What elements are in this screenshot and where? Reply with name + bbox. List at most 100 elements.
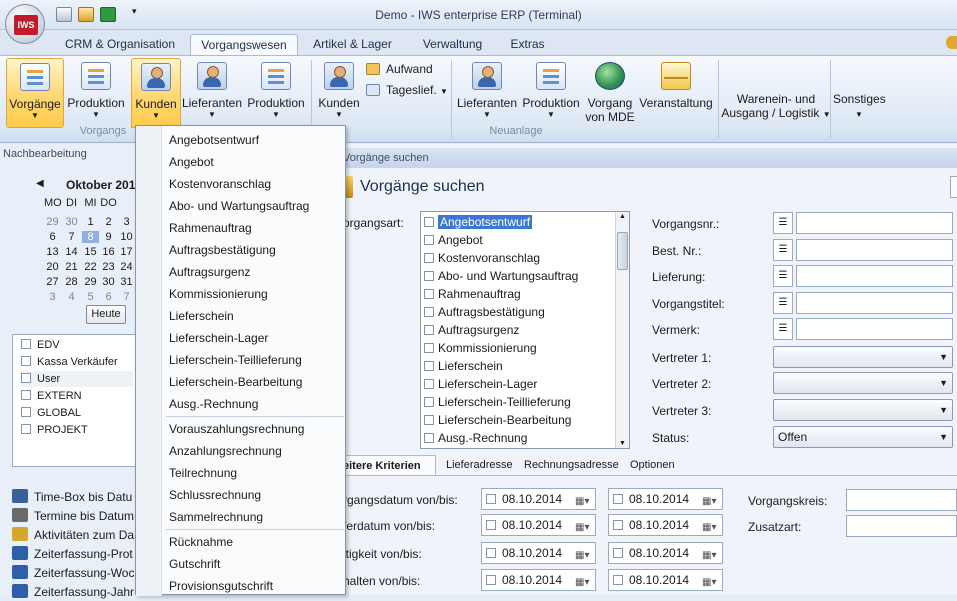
menu-item[interactable]: Rücknahme bbox=[169, 531, 233, 553]
nav-item[interactable]: Aktivitäten zum Da bbox=[12, 526, 134, 544]
menu-item[interactable]: Vorauszahlungsrechnung bbox=[169, 418, 304, 440]
calendar-day[interactable]: 6 bbox=[100, 291, 117, 303]
calendar-day[interactable]: 30 bbox=[100, 276, 117, 288]
listbox-item[interactable]: Lieferschein-Bearbeitung bbox=[424, 411, 609, 429]
category-item[interactable]: PROJEKT bbox=[21, 422, 133, 438]
calendar-day[interactable]: 22 bbox=[82, 261, 99, 273]
menu-item[interactable]: Kostenvoranschlag bbox=[169, 173, 271, 195]
vorgang-von-mde-button[interactable]: Vorgang von MDE bbox=[584, 58, 636, 128]
scroll-thumb[interactable] bbox=[617, 232, 628, 270]
listbox-item[interactable]: Rahmenauftrag bbox=[424, 285, 609, 303]
vorgangskreis-input[interactable] bbox=[846, 489, 957, 511]
scroll-up-icon[interactable]: ▲ bbox=[619, 213, 626, 220]
listbox-item[interactable]: Lieferschein-Lager bbox=[424, 375, 609, 393]
listbox-item[interactable]: Angebot bbox=[424, 231, 609, 249]
vertreter3-select[interactable]: ▼ bbox=[773, 399, 953, 421]
menu-item[interactable]: Lieferschein-Bearbeitung bbox=[169, 371, 302, 393]
calendar-day[interactable]: 28 bbox=[63, 276, 80, 288]
veranstaltung-button[interactable]: Veranstaltung bbox=[637, 58, 715, 128]
wareneingang-button[interactable]: Warenein- und Ausgang / Logistik ▼ bbox=[721, 92, 831, 122]
category-item[interactable]: Kassa Verkäufer bbox=[21, 354, 133, 370]
lieferung-input[interactable] bbox=[796, 265, 953, 287]
category-item[interactable]: EDV bbox=[21, 337, 133, 353]
nav-item[interactable]: Zeiterfassung-Jahr bbox=[12, 583, 134, 601]
checkbox[interactable] bbox=[424, 343, 434, 353]
lieferanten-new-button[interactable]: Lieferanten ▼ bbox=[456, 58, 518, 128]
checkbox[interactable] bbox=[21, 373, 31, 383]
listbox-item[interactable]: Angebotsentwurf bbox=[424, 213, 609, 231]
refresh-icon[interactable] bbox=[100, 7, 116, 22]
nav-item[interactable]: Zeiterfassung-Prot bbox=[12, 545, 133, 563]
calendar-dropdown-icon[interactable]: ▦▾ bbox=[702, 546, 716, 566]
calendar-day[interactable]: 7 bbox=[63, 231, 80, 243]
calendar-day[interactable]: 16 bbox=[100, 246, 117, 258]
calendar-day[interactable]: 10 bbox=[118, 231, 135, 243]
date-to-field[interactable]: 08.10.2014 ▦▾ bbox=[608, 542, 723, 564]
checkbox[interactable] bbox=[424, 397, 434, 407]
vorgaenge-button[interactable]: Vorgänge ▼ bbox=[6, 58, 64, 128]
date-from-field[interactable]: 08.10.2014 ▦▾ bbox=[481, 569, 596, 591]
print-icon[interactable] bbox=[56, 7, 72, 22]
vorgangsnr-input[interactable] bbox=[796, 212, 953, 234]
date-to-field[interactable]: 08.10.2014 ▦▾ bbox=[608, 569, 723, 591]
checkbox[interactable] bbox=[424, 379, 434, 389]
category-item[interactable]: GLOBAL bbox=[21, 405, 133, 421]
menu-item[interactable]: Schlussrechnung bbox=[169, 484, 261, 506]
checkbox[interactable] bbox=[613, 575, 623, 585]
calendar-day[interactable]: 31 bbox=[118, 276, 135, 288]
tab-verwaltung[interactable]: Verwaltung bbox=[410, 34, 495, 55]
menu-item[interactable]: Teilrechnung bbox=[169, 462, 237, 484]
panel-button[interactable] bbox=[950, 176, 957, 198]
calendar-day[interactable]: 29 bbox=[82, 276, 99, 288]
date-from-field[interactable]: 08.10.2014 ▦▾ bbox=[481, 542, 596, 564]
calendar-day[interactable]: 23 bbox=[100, 261, 117, 273]
date-from-field[interactable]: 08.10.2014 ▦▾ bbox=[481, 514, 596, 536]
date-to-field[interactable]: 08.10.2014 ▦▾ bbox=[608, 488, 723, 510]
checkbox[interactable] bbox=[486, 548, 496, 558]
menu-item[interactable]: Abo- und Wartungsauftrag bbox=[169, 195, 309, 217]
calendar-day[interactable]: 20 bbox=[44, 261, 61, 273]
app-logo-button[interactable]: IWS bbox=[5, 4, 45, 44]
calendar-day[interactable]: 6 bbox=[44, 231, 61, 243]
tab-lieferadresse[interactable]: Lieferadresse bbox=[446, 455, 513, 475]
tab-vorgangswesen[interactable]: Vorgangswesen bbox=[190, 34, 298, 55]
date-to-field[interactable]: 08.10.2014 ▦▾ bbox=[608, 514, 723, 536]
status-select[interactable]: Offen ▼ bbox=[773, 426, 953, 448]
produktion2-button[interactable]: Produktion ▼ bbox=[245, 58, 307, 128]
calendar-dropdown-icon[interactable]: ▦▾ bbox=[575, 492, 589, 512]
checkbox[interactable] bbox=[424, 307, 434, 317]
checkbox[interactable] bbox=[613, 548, 623, 558]
menu-item[interactable]: Provisionsgutschrift bbox=[169, 575, 273, 597]
nav-item[interactable]: Zeiterfassung-Woc bbox=[12, 564, 134, 582]
scroll-down-icon[interactable]: ▼ bbox=[619, 440, 626, 447]
vorgangstitel-input[interactable] bbox=[796, 292, 953, 314]
tageslief-button[interactable]: Tageslief. ▼ bbox=[366, 82, 448, 98]
nav-item[interactable]: Time-Box bis Datu bbox=[12, 488, 132, 506]
menu-item[interactable]: Gutschrift bbox=[169, 553, 220, 575]
menu-item[interactable]: Angebotsentwurf bbox=[169, 129, 259, 151]
calendar-day[interactable]: 9 bbox=[100, 231, 117, 243]
listbox-item[interactable]: Kostenvoranschlag bbox=[424, 249, 609, 267]
checkbox[interactable] bbox=[21, 339, 31, 349]
sonstiges-button[interactable]: Sonstiges ▼ bbox=[833, 92, 886, 122]
calendar-day[interactable]: 27 bbox=[44, 276, 61, 288]
calendar-day[interactable]: 1 bbox=[82, 216, 99, 228]
checkbox[interactable] bbox=[21, 356, 31, 366]
calendar-day[interactable]: 5 bbox=[82, 291, 99, 303]
calendar-day[interactable]: 15 bbox=[82, 246, 99, 258]
calendar-prev-icon[interactable]: ◀ bbox=[36, 178, 44, 189]
menu-item[interactable]: Lieferschein bbox=[169, 305, 234, 327]
lieferanten-search-button[interactable]: Lieferanten ▼ bbox=[181, 58, 243, 128]
category-item[interactable]: EXTERN bbox=[21, 388, 133, 404]
menu-item[interactable]: Ausg.-Rechnung bbox=[169, 393, 258, 415]
checkbox[interactable] bbox=[613, 520, 623, 530]
calendar-day[interactable]: 13 bbox=[44, 246, 61, 258]
match-mode-icon[interactable]: ☰ bbox=[773, 292, 793, 314]
tab-optionen[interactable]: Optionen bbox=[630, 455, 675, 475]
menu-item[interactable]: Auftragsurgenz bbox=[169, 261, 250, 283]
kunden-button[interactable]: Kunden ▼ bbox=[131, 58, 181, 128]
folder-icon[interactable] bbox=[78, 7, 94, 22]
match-mode-icon[interactable]: ☰ bbox=[773, 318, 793, 340]
qat-customize-icon[interactable]: ▾ bbox=[132, 6, 137, 17]
help-icon[interactable] bbox=[946, 36, 957, 49]
